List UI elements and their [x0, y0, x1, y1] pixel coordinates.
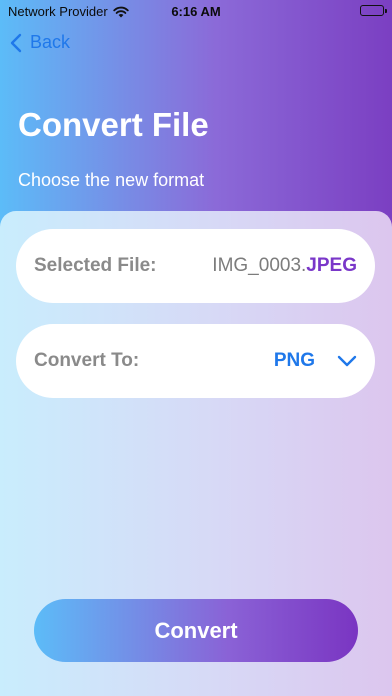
content-panel: Selected File: IMG_0003.JPEG Convert To:… — [0, 211, 392, 696]
convert-to-selector[interactable]: Convert To: PNG — [16, 324, 375, 398]
page-title: Convert File — [18, 106, 209, 143]
status-time: 6:16 AM — [171, 4, 221, 19]
convert-button-label: Convert — [154, 617, 238, 643]
selected-format: PNG — [273, 350, 315, 371]
chevron-left-icon — [10, 33, 22, 52]
page-subtitle: Choose the new format — [18, 170, 205, 190]
convert-button[interactable]: Convert — [34, 599, 358, 662]
selected-file-label: Selected File: — [34, 255, 157, 276]
selected-file-name: IMG_0003. — [212, 255, 307, 276]
convert-to-label: Convert To: — [34, 350, 140, 371]
format-dropdown[interactable]: PNG — [274, 350, 357, 372]
back-button[interactable]: Back — [10, 32, 70, 53]
battery-icon — [360, 5, 387, 16]
status-bar: Network Provider 6:16 AM — [0, 0, 392, 24]
chevron-down-icon — [337, 355, 357, 367]
selected-file-card: Selected File: IMG_0003.JPEG — [16, 229, 375, 303]
back-label: Back — [30, 32, 71, 52]
convert-file-screen: Network Provider 6:16 AM Back Convert Fi… — [0, 0, 392, 696]
selected-file-extension: JPEG — [306, 255, 357, 276]
selected-file-value: IMG_0003.JPEG — [212, 255, 357, 277]
